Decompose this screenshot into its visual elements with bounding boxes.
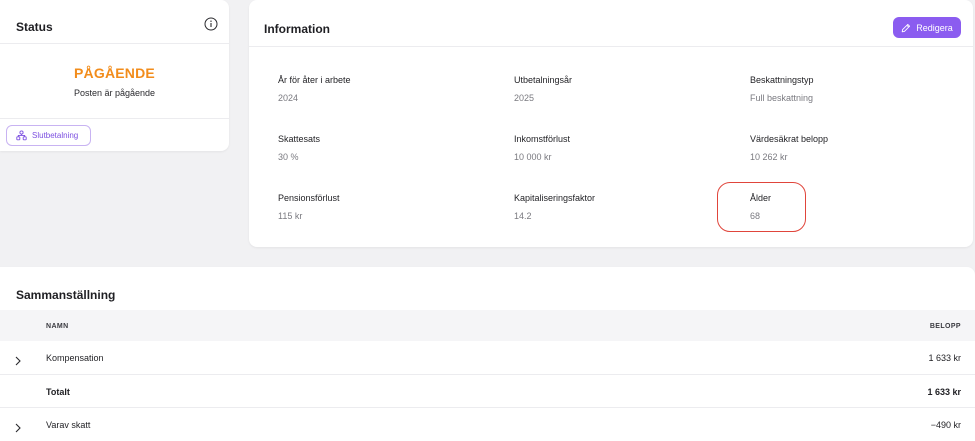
row-name: Varav skatt — [46, 420, 91, 430]
status-card: Status PÅGÅENDE Posten är pågående Slutb… — [0, 0, 229, 151]
field-return-to-work-year: År för åter i arbete 2024 — [278, 75, 478, 103]
status-description: Posten är pågående — [73, 88, 156, 98]
status-header-divider — [0, 43, 229, 44]
table-row[interactable]: Varav skatt −490 kr — [0, 408, 975, 441]
status-value: PÅGÅENDE — [74, 65, 155, 81]
summary-card: Sammanställning NAMN BELOPP Kompensation… — [0, 267, 975, 441]
field-label: Utbetalningsår — [514, 75, 573, 85]
info-icon[interactable] — [204, 17, 218, 31]
information-header-divider — [249, 46, 973, 47]
row-name: Kompensation — [46, 353, 104, 363]
field-payout-year: Utbetalningsår 2025 — [514, 75, 714, 103]
final-payment-button[interactable]: Slutbetalning — [6, 125, 91, 146]
edit-button[interactable]: Redigera — [893, 17, 961, 38]
field-value: 10 262 kr — [750, 152, 788, 162]
field-value: 115 kr — [278, 211, 303, 221]
field-label: Inkomstförlust — [514, 134, 571, 144]
status-footer-divider — [0, 118, 229, 119]
chevron-right-icon[interactable] — [14, 420, 22, 433]
people-network-icon — [16, 130, 27, 141]
field-value: 10 000 kr — [514, 152, 552, 162]
row-amount: −490 kr — [930, 420, 961, 430]
field-income-loss: Inkomstförlust 10 000 kr — [514, 134, 714, 162]
column-header-amount: BELOPP — [929, 323, 961, 330]
table-header: NAMN BELOPP — [0, 310, 975, 341]
field-label: Skattesats — [278, 134, 321, 144]
pencil-icon — [901, 23, 911, 32]
field-value: 30 % — [278, 152, 299, 162]
field-label: Pensionsförlust — [278, 193, 340, 203]
row-amount: 1 633 kr — [928, 353, 961, 363]
row-name: Totalt — [46, 387, 70, 397]
field-indexed-amount: Värdesäkrat belopp 10 262 kr — [750, 134, 950, 162]
field-tax-type: Beskattningstyp Full beskattning — [750, 75, 950, 103]
field-value: 14.2 — [514, 211, 532, 221]
edit-label: Redigera — [916, 22, 953, 33]
status-title: Status — [16, 20, 53, 34]
table-row-total: Totalt 1 633 kr — [0, 375, 975, 408]
information-title: Information — [264, 22, 330, 36]
column-header-name: NAMN — [46, 323, 69, 330]
table-row[interactable]: Kompensation 1 633 kr — [0, 341, 975, 374]
field-value: 2024 — [278, 93, 299, 103]
row-amount: 1 633 kr — [927, 387, 961, 397]
final-payment-label: Slutbetalning — [32, 131, 79, 140]
field-pension-loss: Pensionsförlust 115 kr — [278, 193, 478, 221]
information-card: Information Redigera År för åter i arbet… — [249, 0, 973, 247]
field-value: Full beskattning — [750, 93, 814, 103]
field-label: Beskattningstyp — [750, 75, 814, 85]
field-tax-rate: Skattesats 30 % — [278, 134, 478, 162]
field-capitalization-factor: Kapitaliseringsfaktor 14.2 — [514, 193, 714, 221]
summary-title: Sammanställning — [16, 288, 116, 302]
field-value: 2025 — [514, 93, 535, 103]
field-label: År för åter i arbete — [278, 75, 351, 85]
chevron-right-icon[interactable] — [14, 353, 22, 366]
age-highlight-outline — [717, 182, 806, 232]
field-label: Värdesäkrat belopp — [750, 134, 829, 144]
field-label: Kapitaliseringsfaktor — [514, 193, 596, 203]
